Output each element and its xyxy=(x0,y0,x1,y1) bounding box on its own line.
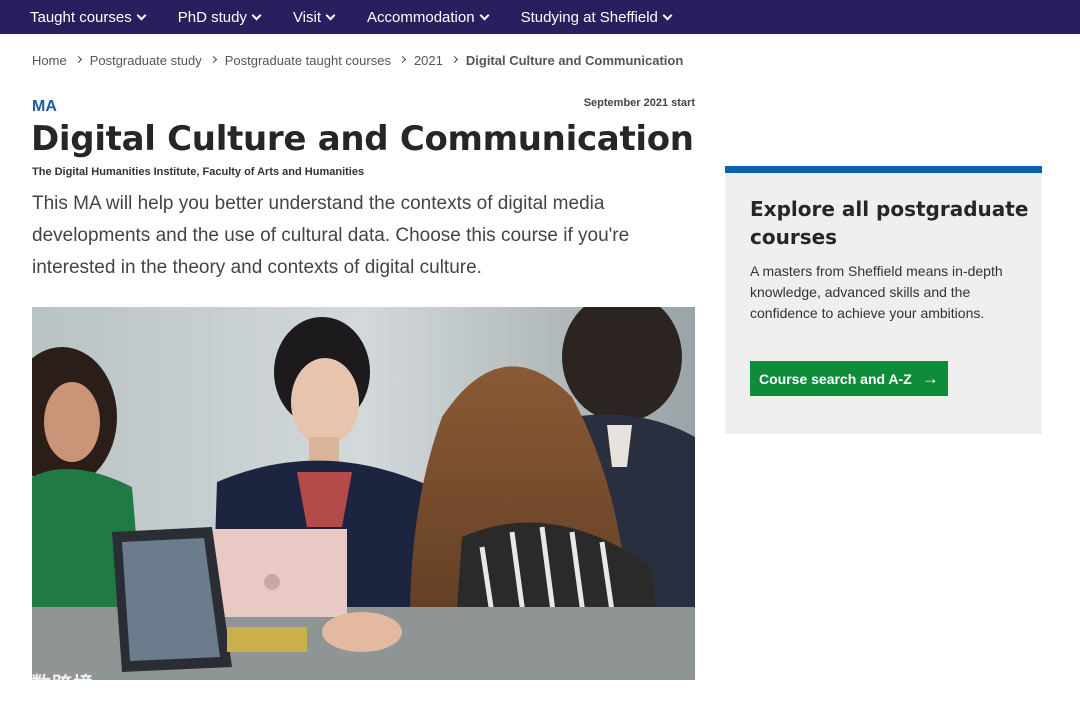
arrow-right-icon: → xyxy=(921,368,939,388)
course-photo xyxy=(32,307,695,680)
course-search-button[interactable]: Course search and A-Z → xyxy=(750,361,948,396)
chevron-down-icon xyxy=(136,10,147,20)
degree-type: MA xyxy=(32,98,57,115)
breadcrumb-home[interactable]: Home xyxy=(32,53,67,68)
nav-item-label: PhD study xyxy=(177,8,247,26)
chevron-right-icon xyxy=(450,55,458,64)
nav-taught-courses[interactable]: Taught courses xyxy=(30,8,147,26)
department: The Digital Humanities Institute, Facult… xyxy=(32,166,365,178)
explore-courses-panel: Explore all postgraduate courses A maste… xyxy=(725,166,1042,434)
button-label: Course search and A-Z xyxy=(759,370,912,387)
nav-item-label: Visit xyxy=(292,8,322,26)
watermark-logo: 大数跨境 xyxy=(10,674,94,696)
start-date: September 2021 start xyxy=(583,97,695,109)
chevron-down-icon xyxy=(251,10,262,20)
nav-visit[interactable]: Visit xyxy=(292,8,336,26)
course-intro: This MA will help you better understand … xyxy=(32,193,630,278)
chevron-right-icon xyxy=(209,55,217,64)
chevron-down-icon xyxy=(662,10,673,20)
chevron-down-icon xyxy=(479,10,490,20)
chevron-right-icon xyxy=(74,55,82,64)
panel-title: Explore all postgraduate courses xyxy=(750,197,1029,249)
nav-phd-study[interactable]: PhD study xyxy=(177,8,262,26)
breadcrumb-postgraduate-taught-courses[interactable]: Postgraduate taught courses xyxy=(225,53,391,68)
breadcrumb: Home Postgraduate study Postgraduate tau… xyxy=(32,53,683,68)
page-title: Digital Culture and Communication xyxy=(31,119,694,159)
chevron-right-icon xyxy=(398,55,406,64)
nav-item-label: Taught courses xyxy=(30,8,132,26)
nav-studying-at-sheffield[interactable]: Studying at Sheffield xyxy=(520,8,673,26)
breadcrumb-current: Digital Culture and Communication xyxy=(465,53,684,68)
breadcrumb-2021[interactable]: 2021 xyxy=(414,53,443,68)
panel-text: A masters from Sheffield means in-depth … xyxy=(750,263,1003,321)
top-navigation: Taught courses PhD study Visit Accommoda… xyxy=(0,0,1080,34)
breadcrumb-postgraduate-study[interactable]: Postgraduate study xyxy=(90,53,202,68)
nav-accommodation[interactable]: Accommodation xyxy=(367,8,490,26)
nav-item-label: Studying at Sheffield xyxy=(520,8,658,26)
chevron-down-icon xyxy=(325,10,336,20)
nav-item-label: Accommodation xyxy=(367,8,475,26)
